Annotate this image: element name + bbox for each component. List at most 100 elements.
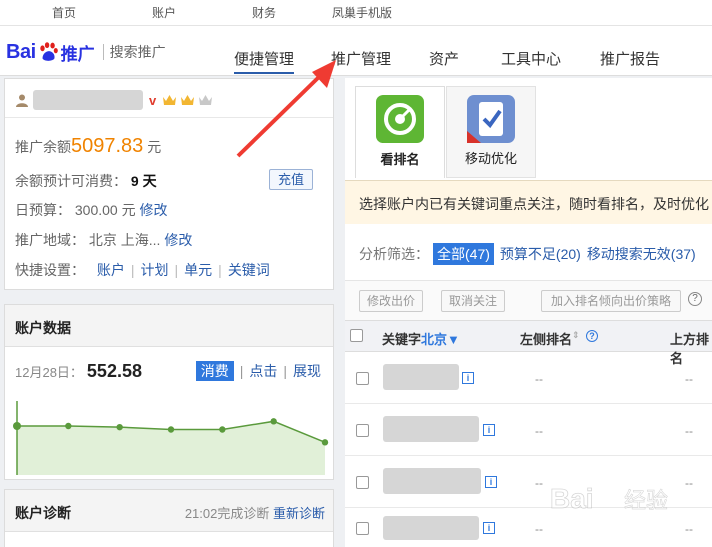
column-help-icon[interactable]: ? — [586, 330, 598, 342]
keyword-info-icon[interactable]: i — [485, 476, 497, 488]
unfollow-button[interactable]: 取消关注 — [441, 290, 505, 312]
row-checkbox[interactable] — [356, 522, 369, 535]
filter-mobile-invalid[interactable]: 移动搜索无效(37) — [587, 246, 696, 262]
table-header: 关键字 北京▼ 左侧排名 ⇕ ? 上方排名 — [345, 320, 712, 366]
modify-bid-button[interactable]: 修改出价 — [359, 290, 423, 312]
estimate-days: 9 天 — [130, 173, 157, 189]
keyword-blurred — [383, 364, 459, 390]
notice-banner: 选择账户内已有关键词重点关注，随时看排名，及时优化 — [345, 180, 712, 224]
tool-mobile-optimize[interactable]: 移动优化 — [446, 86, 536, 178]
sort-icon[interactable]: ⇕ — [572, 330, 580, 341]
row-checkbox[interactable] — [356, 476, 369, 489]
left-rank-value: -- — [535, 522, 543, 536]
keyword-info-icon[interactable]: i — [483, 424, 495, 436]
nav-tool-center[interactable]: 工具中心 — [501, 48, 561, 69]
left-rank-value: -- — [535, 424, 543, 438]
divider — [5, 117, 333, 118]
top-rank-value: -- — [685, 372, 693, 386]
logo-tuiguang-text: 推广 — [60, 44, 95, 64]
top-link-home[interactable]: 首页 — [52, 4, 76, 21]
help-icon[interactable]: ? — [688, 292, 702, 306]
crown-icon — [181, 95, 195, 105]
top-link-account[interactable]: 账户 — [152, 4, 176, 21]
tab-clicks[interactable]: 点击 — [249, 363, 277, 379]
keyword-info-icon[interactable]: i — [462, 372, 474, 384]
balance-value: 5097.83 — [71, 135, 144, 157]
table-row[interactable]: i -- -- — [345, 404, 712, 456]
col-keyword: 关键字 — [382, 332, 422, 347]
tool-check-ranking[interactable]: 看排名 — [355, 86, 445, 178]
add-ranking-strategy-button[interactable]: 加入排名倾向出价策略 — [541, 290, 681, 312]
chart-point[interactable] — [13, 422, 21, 430]
row-checkbox[interactable] — [356, 372, 369, 385]
filter-all[interactable]: 全部(47) — [433, 243, 494, 265]
filter-budget-insufficient[interactable]: 预算不足(20) — [500, 246, 581, 262]
chart-point[interactable] — [270, 418, 277, 425]
quick-link-keyword[interactable]: 关键词 — [228, 262, 270, 278]
logo-subtitle: 搜索推广 — [109, 44, 166, 60]
table-row[interactable]: i -- -- — [345, 352, 712, 404]
top-rank-value: -- — [685, 424, 693, 438]
diagnosis-title: 账户诊断 — [15, 505, 71, 521]
watermark-logo: Bai 经验 jingyan.baidu.com — [550, 483, 668, 533]
account-data-panel: 账户数据 12月28日： 552.58 消费 | 点击 | 展现 — [4, 304, 334, 480]
svg-text:jingyan.baidu.com: jingyan.baidu.com — [553, 521, 643, 533]
chart-point[interactable] — [65, 422, 72, 430]
top-link-mobile[interactable]: 凤巢手机版 — [332, 4, 392, 21]
nav-assets[interactable]: 资产 — [429, 48, 459, 69]
estimate-row: 余额预计可消费： 9 天 — [15, 171, 157, 191]
quick-link-account[interactable]: 账户 — [97, 262, 125, 278]
mobile-optimize-icon — [467, 95, 515, 143]
v-badge: v — [149, 92, 157, 108]
recharge-button[interactable]: 充值 — [269, 169, 313, 190]
quick-link-plan[interactable]: 计划 — [141, 262, 169, 278]
rediagnose-link[interactable]: 重新诊断 — [273, 506, 325, 521]
tab-impressions[interactable]: 展现 — [293, 363, 321, 379]
col-left-rank: 左侧排名 — [520, 332, 573, 347]
top-link-finance[interactable]: 财务 — [252, 4, 276, 21]
budget-edit-link[interactable]: 修改 — [140, 202, 168, 218]
quick-link-unit[interactable]: 单元 — [184, 262, 212, 278]
svg-text:Bai: Bai — [550, 483, 594, 514]
diagnosis-panel: 账户诊断 21:02完成诊断 重新诊断 — [4, 489, 334, 547]
keyword-info-icon[interactable]: i — [483, 522, 495, 534]
chart-point[interactable] — [219, 426, 226, 433]
account-data-title: 账户数据 — [5, 305, 333, 347]
nav-quick-manage[interactable]: 便捷管理 — [234, 48, 295, 74]
region-label: 推广地域： — [15, 232, 85, 248]
target-icon — [376, 95, 424, 143]
quick-settings-row: 快捷设置： 账户 | 计划 | 单元 | 关键词 — [15, 262, 270, 278]
username-blurred — [33, 90, 143, 110]
nav-promotion-report[interactable]: 推广报告 — [600, 48, 660, 69]
paw-icon — [39, 42, 58, 61]
action-bar: 修改出价 取消关注 加入排名倾向出价策略 ? — [345, 280, 712, 320]
nav-promotion-manage[interactable]: 推广管理 — [331, 48, 391, 69]
daily-value: 552.58 — [86, 361, 142, 381]
logo-divider — [102, 44, 104, 60]
crown-icon — [163, 95, 177, 105]
trend-chart — [13, 401, 329, 475]
left-rank-value: -- — [535, 372, 543, 386]
region-value: 北京 上海... — [88, 232, 161, 248]
chart-point[interactable] — [116, 423, 123, 431]
quick-settings-label: 快捷设置： — [15, 262, 85, 278]
filter-row: 分析筛选： 全部(47) 预算不足(20) 移动搜索无效(37) — [359, 243, 696, 265]
tab-spend[interactable]: 消费 — [195, 361, 234, 381]
account-info-panel: v 推广余额5097.83 元 余额预计可消费： 9 天 充值 日预算： 300… — [4, 78, 334, 290]
baidu-logo[interactable]: Bai 推广 搜索推广 — [6, 38, 166, 66]
daily-value-row: 12月28日： 552.58 — [15, 361, 142, 382]
balance-row: 推广余额5097.83 元 — [15, 135, 161, 158]
budget-label: 日预算： — [15, 202, 71, 218]
logo-bai-text: Bai — [6, 40, 36, 63]
select-all-checkbox[interactable] — [350, 329, 363, 342]
budget-value: 300.00 元 — [74, 202, 136, 218]
user-row: v — [15, 89, 216, 111]
chart-point[interactable] — [167, 426, 175, 433]
chart-point[interactable] — [321, 439, 329, 446]
user-icon — [16, 94, 28, 107]
region-dropdown[interactable]: 北京▼ — [421, 329, 460, 348]
keyword-blurred — [383, 416, 479, 442]
row-checkbox[interactable] — [356, 424, 369, 437]
region-edit-link[interactable]: 修改 — [164, 232, 192, 248]
left-rank-value: -- — [535, 476, 543, 490]
